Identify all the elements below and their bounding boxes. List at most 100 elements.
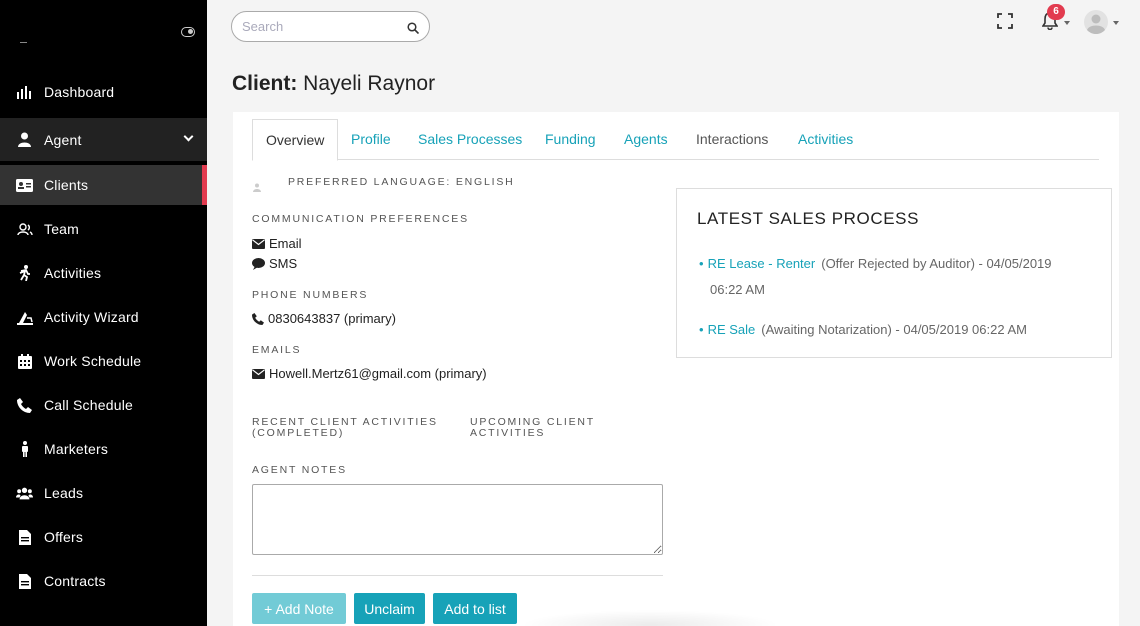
client-card: Overview Profile Sales Processes Funding…: [233, 112, 1119, 626]
sidebar-toggle-icon[interactable]: [181, 27, 195, 37]
sidebar-item-label: Offers: [44, 529, 84, 545]
envelope-icon: [252, 368, 265, 379]
phone-number: 0830643837 (primary): [252, 311, 396, 326]
user-menu[interactable]: [1084, 10, 1124, 36]
notifications-button[interactable]: 6: [1040, 4, 1072, 34]
phone-icon: [16, 397, 33, 414]
sidebar-item-marketers[interactable]: Marketers: [0, 429, 207, 469]
client-tabs: Overview Profile Sales Processes Funding…: [252, 119, 1099, 161]
wizard-icon: [16, 309, 33, 326]
envelope-icon: [252, 238, 265, 249]
id-card-icon: [16, 177, 33, 194]
sales-process-link[interactable]: RE Lease - Renter: [708, 256, 816, 271]
fullscreen-icon[interactable]: [997, 13, 1013, 34]
preferred-language: PREFERRED LANGUAGE: ENGLISH: [288, 176, 515, 188]
person-icon: [16, 441, 33, 458]
agent-notes-label: AGENT NOTES: [252, 464, 347, 476]
sidebar-item-activity-wizard[interactable]: Activity Wizard: [0, 297, 207, 337]
sidebar-item-label: Dashboard: [44, 84, 115, 100]
tab-profile[interactable]: Profile: [351, 119, 391, 160]
tab-funding[interactable]: Funding: [545, 119, 596, 160]
add-note-button[interactable]: + Add Note: [252, 593, 346, 624]
comm-email-label: Email: [269, 236, 302, 251]
sidebar-item-activities[interactable]: Activities: [0, 253, 207, 293]
users-icon: [16, 221, 33, 238]
sales-process-link[interactable]: RE Sale: [708, 322, 756, 337]
panel-title: LATEST SALES PROCESS: [697, 209, 920, 228]
bullet: •: [699, 322, 704, 337]
drop-shadow: [520, 610, 780, 626]
agent-notes-textarea[interactable]: [252, 484, 663, 555]
comm-sms-label: SMS: [269, 256, 298, 271]
latest-sales-process-panel: LATEST SALES PROCESS • RE Lease - Renter (…: [676, 188, 1112, 358]
sidebar-item-label: Marketers: [44, 441, 109, 457]
sidebar-item-contracts[interactable]: Contracts: [0, 561, 207, 601]
bullet: •: [699, 256, 704, 271]
sidebar-item-call-schedule[interactable]: Call Schedule: [0, 385, 207, 425]
upcoming-activities-label: UPCOMING CLIENT ACTIVITIES: [470, 417, 595, 439]
phone-numbers-label: PHONE NUMBERS: [252, 289, 369, 301]
phone-icon: [252, 312, 264, 325]
tab-sales-processes[interactable]: Sales Processes: [418, 119, 522, 160]
search-icon[interactable]: [407, 21, 420, 39]
page-title-prefix: Client:: [232, 72, 298, 95]
bar-chart-icon: [16, 84, 33, 101]
avatar: [1084, 10, 1108, 35]
sidebar-item-label: Call Schedule: [44, 397, 133, 413]
sales-process-status: (Awaiting Notarization) - 04/05/2019 06:…: [761, 322, 1027, 337]
sidebar-item-label: Contracts: [44, 573, 106, 589]
recent-activities-label-line2: (COMPLETED): [252, 427, 345, 439]
sales-process-status: (Offer Rejected by Auditor) - 04/05/2019: [821, 256, 1052, 271]
tab-interactions[interactable]: Interactions: [696, 119, 768, 160]
sidebar-item-agent[interactable]: Agent: [0, 118, 207, 161]
email-address-value: Howell.Mertz61@gmail.com (primary): [269, 366, 487, 381]
tab-agents[interactable]: Agents: [624, 119, 668, 160]
logo-fragment: [20, 42, 27, 43]
caret-down-icon: [1113, 21, 1119, 25]
sidebar-item-label: Leads: [44, 485, 84, 501]
unclaim-button[interactable]: Unclaim: [354, 593, 425, 624]
sidebar-item-work-schedule[interactable]: Work Schedule: [0, 341, 207, 381]
running-icon: [16, 265, 33, 282]
recent-activities-label: RECENT CLIENT ACTIVITIES (COMPLETED): [252, 417, 438, 439]
sidebar-item-leads[interactable]: Leads: [0, 473, 207, 513]
client-name: Nayeli Raynor: [303, 72, 436, 95]
sidebar-item-clients[interactable]: Clients: [0, 165, 207, 205]
tab-activities[interactable]: Activities: [798, 119, 853, 160]
search-input[interactable]: [232, 12, 392, 41]
sidebar-item-label: Activities: [44, 265, 102, 281]
group-icon: [16, 485, 33, 502]
sidebar-item-label: Agent: [44, 131, 82, 148]
sidebar-item-label: Work Schedule: [44, 353, 142, 369]
sidebar-item-dashboard[interactable]: Dashboard: [0, 72, 207, 112]
sidebar-item-team[interactable]: Team: [0, 209, 207, 249]
comm-email: Email: [252, 236, 302, 251]
add-to-list-button[interactable]: Add to list: [433, 593, 517, 624]
search-box: [231, 11, 430, 42]
page-title: Client: Nayeli Raynor: [232, 72, 435, 96]
sidebar-item-label: Team: [44, 221, 80, 237]
sales-process-item: • RE Lease - Renter (Offer Rejected by Aud…: [699, 251, 1099, 303]
file-icon: [16, 529, 33, 546]
sidebar-item-offers[interactable]: Offers: [0, 517, 207, 557]
sales-process-time: 06:22 AM: [710, 282, 765, 297]
sidebar-item-label: Clients: [44, 177, 89, 193]
calendar-icon: [16, 353, 33, 370]
user-icon: [16, 131, 33, 148]
email-address: Howell.Mertz61@gmail.com (primary): [252, 366, 487, 381]
chevron-down-icon: [183, 131, 194, 142]
comment-icon: [252, 257, 265, 270]
upcoming-activities-label-line2: ACTIVITIES: [470, 427, 546, 439]
sidebar: Dashboard Agent Clients Team Activities …: [0, 0, 207, 626]
divider: [252, 575, 663, 576]
phone-number-value: 0830643837 (primary): [268, 311, 396, 326]
comm-sms: SMS: [252, 256, 297, 271]
language-icon: [253, 179, 261, 197]
communication-preferences-label: COMMUNICATION PREFERENCES: [252, 213, 469, 225]
caret-down-icon: [1064, 21, 1070, 25]
tab-overview[interactable]: Overview: [252, 119, 339, 161]
sidebar-item-label: Activity Wizard: [44, 309, 139, 325]
sidebar-header: [0, 0, 207, 70]
emails-label: EMAILS: [252, 344, 302, 356]
notification-badge: 6: [1047, 4, 1065, 20]
